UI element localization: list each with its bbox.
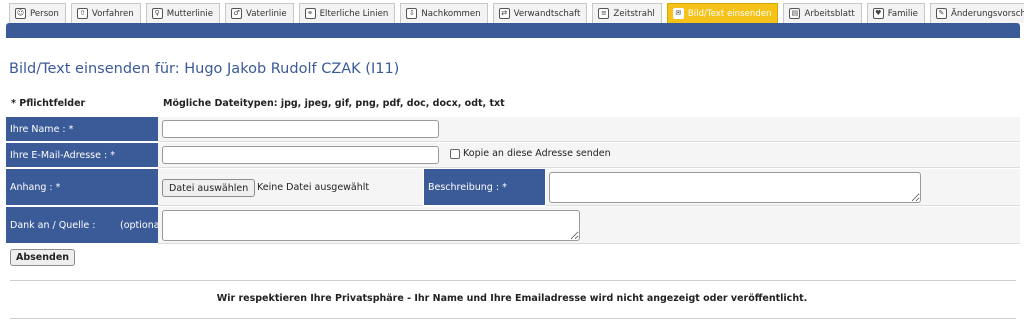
- tab-ancestors[interactable]: ⇧ Vorfahren: [70, 3, 141, 23]
- descendants-icon: ⇩: [406, 8, 418, 19]
- email-label: Ihre E-Mail-Adresse : *: [6, 143, 158, 168]
- tab-label: Mutterlinie: [166, 8, 214, 19]
- tab-descendants[interactable]: ⇩ Nachkommen: [400, 3, 488, 23]
- family-icon: ♥: [872, 8, 884, 19]
- description-textarea[interactable]: [549, 172, 921, 203]
- tab-worksheet[interactable]: ▤ Arbeitsblatt: [783, 3, 862, 23]
- maternal-line-icon: ♀: [151, 8, 163, 19]
- paternal-line-icon: ♂: [231, 8, 243, 19]
- tab-maternal-line[interactable]: ♀ Mutterlinie: [145, 3, 221, 23]
- tab-label: Bild/Text einsenden: [687, 8, 772, 19]
- tab-upload[interactable]: ✉ Bild/Text einsenden: [666, 3, 779, 23]
- suggest-change-icon: ✎: [935, 8, 947, 19]
- divider-bottom: [10, 318, 1016, 319]
- tab-family[interactable]: ♥ Familie: [866, 3, 925, 23]
- privacy-note: Wir respektieren Ihre Privatsphäre - Ihr…: [216, 293, 808, 304]
- file-status: Keine Datei ausgewählt: [257, 182, 370, 193]
- choose-file-button[interactable]: Datei auswählen: [162, 179, 256, 197]
- attachment-label: Anhang : *: [6, 169, 158, 206]
- tab-label: Vorfahren: [91, 8, 134, 19]
- header-bar: [6, 23, 1020, 38]
- person-icon: ☺: [15, 8, 26, 19]
- submit-button[interactable]: Absenden: [10, 249, 76, 266]
- tab-parental-lines[interactable]: ⚭ Elterliche Linien: [298, 3, 396, 23]
- tab-label: Vaterlinie: [246, 8, 287, 19]
- parental-lines-icon: ⚭: [304, 8, 316, 19]
- page-title: Bild/Text einsenden für: Hugo Jakob Rudo…: [9, 61, 400, 77]
- file-types-note: Mögliche Dateitypen: jpg, jpeg, gif, png…: [163, 98, 505, 109]
- tab-label: Zeitstrahl: [613, 8, 655, 19]
- tab-label: Arbeitsblatt: [804, 8, 855, 19]
- relationship-icon: ⇄: [498, 8, 510, 19]
- required-note: * Pflichtfelder: [11, 98, 86, 109]
- tab-timeline[interactable]: ≡ Zeitstrahl: [592, 3, 662, 23]
- copy-label: Kopie an diese Adresse senden: [463, 148, 611, 159]
- tab-suggest-change[interactable]: ✎Änderungsvorschlag: [929, 3, 1024, 23]
- tab-relationship[interactable]: ⇄ Verwandtschaft: [492, 3, 588, 23]
- divider-top: [10, 280, 1016, 281]
- tab-label: Nachkommen: [421, 8, 481, 19]
- description-label: Beschreibung : *: [424, 169, 545, 206]
- tab-person[interactable]: ☺ Person: [9, 3, 66, 23]
- worksheet-icon: ▤: [789, 8, 801, 19]
- tab-label: Person: [30, 8, 59, 19]
- upload-icon: ✉: [672, 8, 684, 19]
- thanks-label-text: Dank an / Quelle :: [10, 219, 96, 231]
- tab-paternal-line[interactable]: ♂ Vaterlinie: [225, 3, 294, 23]
- ancestors-icon: ⇧: [76, 8, 88, 19]
- copy-option[interactable]: Kopie an diese Adresse senden: [450, 148, 611, 159]
- timeline-icon: ≡: [598, 8, 610, 19]
- thanks-textarea[interactable]: [162, 210, 580, 241]
- tab-label: Elterliche Linien: [319, 8, 389, 19]
- email-input[interactable]: [162, 146, 439, 164]
- tab-label: Verwandtschaft: [513, 8, 581, 19]
- tab-label: Änderungsvorschlag: [950, 8, 1024, 19]
- name-label: Ihre Name : *: [6, 117, 158, 142]
- tab-bar: ☺ Person ⇧ Vorfahren ♀ Mutterlinie ♂ Vaterlinie…: [9, 3, 1024, 23]
- copy-checkbox[interactable]: [450, 148, 460, 159]
- name-input[interactable]: [162, 120, 439, 138]
- tab-label: Familie: [887, 8, 918, 19]
